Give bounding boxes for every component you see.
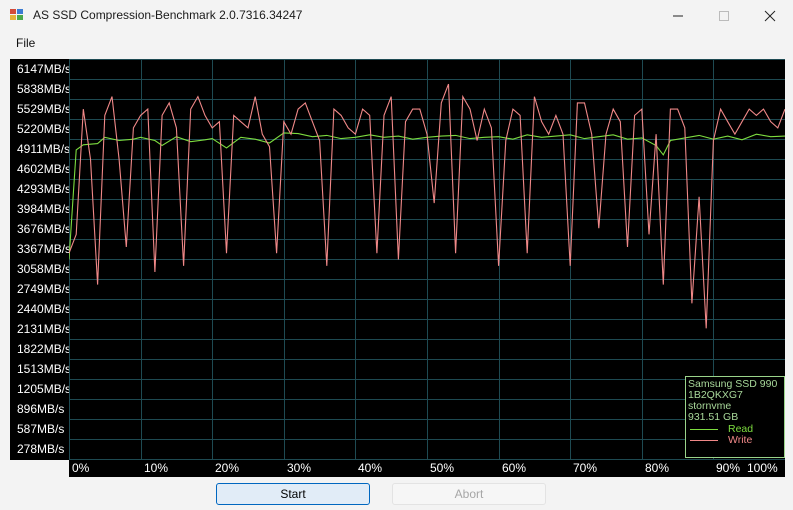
y-tick-label: 4293MB/s — [17, 182, 72, 196]
start-button[interactable]: Start — [216, 483, 370, 505]
x-tick-label: 80% — [645, 461, 670, 475]
x-tick-label: 20% — [215, 461, 240, 475]
close-button[interactable] — [747, 0, 793, 31]
legend-write-label: Write — [728, 434, 753, 446]
abort-button[interactable]: Abort — [392, 483, 546, 505]
legend-write-swatch — [690, 440, 718, 441]
window-title: AS SSD Compression-Benchmark 2.0.7316.34… — [33, 8, 303, 22]
y-tick-label: 1205MB/s — [17, 382, 72, 396]
x-tick-label: 30% — [287, 461, 312, 475]
y-tick-label: 5838MB/s — [17, 82, 72, 96]
y-tick-label: 4602MB/s — [17, 162, 72, 176]
y-tick-label: 278MB/s — [17, 442, 65, 456]
app-icon — [10, 9, 23, 20]
minimize-button[interactable] — [655, 0, 701, 31]
y-tick-label: 4911MB/s — [17, 142, 71, 156]
title-bar: AS SSD Compression-Benchmark 2.0.7316.34… — [0, 0, 793, 31]
minimize-icon — [673, 15, 683, 16]
x-tick-label: 0% — [72, 461, 90, 475]
legend-read-swatch — [690, 429, 718, 430]
y-tick-label: 3058MB/s — [17, 262, 72, 276]
y-tick-label: 1822MB/s — [17, 342, 72, 356]
x-tick-label: 70% — [573, 461, 598, 475]
menu-file[interactable]: File — [16, 36, 35, 50]
chart-legend: Samsung SSD 990 1B2QKXG7 stornvme 931.51… — [685, 376, 785, 458]
y-tick-label: 896MB/s — [17, 402, 65, 416]
chart-grid — [69, 59, 785, 460]
y-tick-label: 2131MB/s — [17, 322, 72, 336]
x-tick-label: 90% — [716, 461, 741, 475]
x-tick-label: 50% — [430, 461, 455, 475]
y-tick-label: 3984MB/s — [17, 202, 72, 216]
y-tick-label: 5529MB/s — [17, 102, 72, 116]
x-tick-label: 10% — [144, 461, 169, 475]
x-axis-labels: 0% 10% 20% 30% 40% 50% 60% 70% 80% 90% 100% — [69, 460, 785, 477]
x-tick-label: 40% — [358, 461, 383, 475]
y-tick-label: 1513MB/s — [17, 362, 72, 376]
y-axis-labels: 6147MB/s 5838MB/s 5529MB/s 5220MB/s 4911MB/s… — [10, 59, 72, 460]
menu-bar: File — [0, 31, 793, 56]
close-icon — [764, 10, 776, 21]
legend-capacity: 931.51 GB — [688, 411, 739, 423]
y-tick-label: 5220MB/s — [17, 122, 72, 136]
y-tick-label: 6147MB/s — [17, 62, 72, 76]
chart-plot-area — [69, 59, 785, 460]
maximize-button[interactable] — [701, 0, 747, 31]
y-tick-label: 3676MB/s — [17, 222, 72, 236]
x-tick-label: 100% — [747, 461, 778, 475]
y-tick-label: 587MB/s — [17, 422, 65, 436]
x-tick-label: 60% — [502, 461, 527, 475]
y-tick-label: 2440MB/s — [17, 302, 72, 316]
maximize-icon — [719, 10, 729, 21]
y-tick-label: 2749MB/s — [17, 282, 72, 296]
y-tick-label: 3367MB/s — [17, 242, 72, 256]
benchmark-chart — [69, 59, 785, 460]
